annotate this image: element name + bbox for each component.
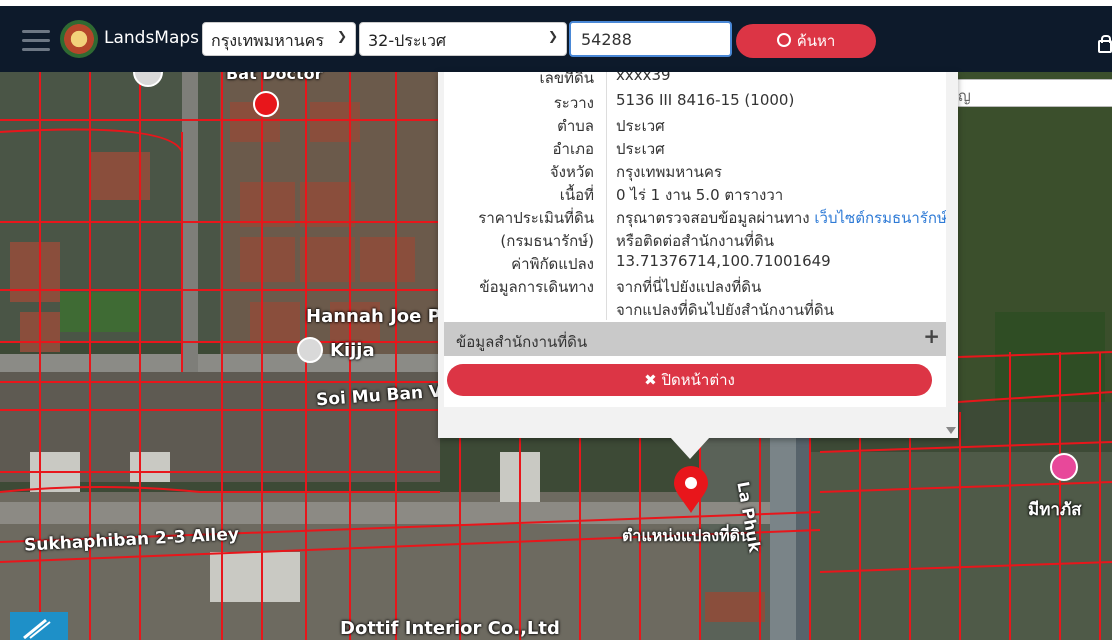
info-key: เลขที่ดิน [539,72,594,87]
info-key: เนื้อที่ [559,186,594,204]
treasury-website-link[interactable]: เว็บไซต์กรมธนารักษ์ [814,209,946,227]
tools-icon [23,618,51,640]
map-label-dottif: Dottif Interior Co.,Ltd [340,618,560,639]
parcel-info-panel: เลขที่ดิน xxxx39 ระวาง 5136 III 8416-15 … [444,72,946,407]
route-to-office-link[interactable]: จากแปลงที่ดินไปยังสำนักงานที่ดิน [616,298,834,322]
search-button[interactable]: ค้นหา [736,24,876,58]
info-value: 5136 III 8416-15 (1000) [616,91,795,109]
scroll-down-icon[interactable] [946,427,956,434]
menu-icon[interactable] [22,30,50,52]
info-key: ข้อมูลการเดินทาง [479,278,594,296]
map-label-kijja: Kijja [330,340,375,361]
coordinates-link[interactable]: 13.71376714,100.71001649 [616,252,831,270]
map-label-bat-doctor: Bat Doctor [226,72,323,83]
info-key: จังหวัด [549,163,594,181]
info-key: (กรมธนารักษ์) [500,232,594,250]
info-key: อำเภอ [552,140,594,158]
info-value: กรุงเทพมหานคร [616,163,722,181]
route-to-parcel-link[interactable]: จากที่นี่ไปยังแปลงที่ดิน [616,275,761,299]
parcel-number-input[interactable]: 54288 [569,21,732,57]
land-office-section-label: ข้อมูลสำนักงานที่ดิน [456,333,588,351]
district-select-value: 32-ประเวศ [368,31,447,50]
map-label-hannah: Hannah Joe Pi [306,306,447,327]
close-icon: ✖ [644,371,657,389]
map-label-parcel-position: ตำแหน่งแปลงที่ดิน [622,526,751,545]
province-select[interactable]: กรุงเทพมหานคร ❯ [202,22,356,56]
district-select[interactable]: 32-ประเวศ ❯ [359,22,567,56]
info-key: ระวาง [553,94,594,112]
map-label-right-sign: มีทาภัส [1028,500,1082,520]
close-window-label: ปิดหน้าต่าง [661,371,735,389]
landsmaps-logo [60,20,98,58]
parcel-pin-icon[interactable] [673,466,709,514]
parcel-info-popup: เลขที่ดิน xxxx39 ระวาง 5136 III 8416-15 … [438,72,958,438]
info-value: หรือติดต่อสำนักงานที่ดิน [616,232,774,250]
info-key: ตำบล [557,117,594,135]
column-divider [606,72,607,320]
province-select-value: กรุงเทพมหานคร [211,31,324,50]
land-office-section-toggle[interactable]: ข้อมูลสำนักงานที่ดิน + [444,322,946,356]
map-tool-button[interactable] [10,612,68,640]
brand-name: LandsMaps [104,28,200,48]
chevron-down-icon: ❯ [336,29,347,43]
lock-icon[interactable] [1098,35,1112,53]
expand-plus-icon: + [923,324,940,348]
info-value: ประเวศ [616,117,665,135]
appraisal-text: กรุณาตรวจสอบข้อมูลผ่านทาง [616,209,810,227]
close-window-button[interactable]: ✖ ปิดหน้าต่าง [447,364,932,396]
search-icon [776,33,791,47]
info-key: ราคาประเมินที่ดิน [478,209,594,227]
popup-pointer [670,437,710,459]
info-value: ประเวศ [616,140,665,158]
info-key: ค่าพิกัดแปลง [511,255,594,273]
info-value: xxxx39 [616,72,671,84]
top-navbar: LandsMaps กรุงเทพมหานคร ❯ 32-ประเวศ ❯ 54… [0,0,1112,72]
search-button-label: ค้นหา [796,32,836,50]
chevron-down-icon: ❯ [547,29,558,43]
info-value: 0 ไร่ 1 งาน 5.0 ตารางวา [616,186,784,204]
info-value: กรุณาตรวจสอบข้อมูลผ่านทาง เว็บไซต์กรมธนา… [616,206,946,230]
